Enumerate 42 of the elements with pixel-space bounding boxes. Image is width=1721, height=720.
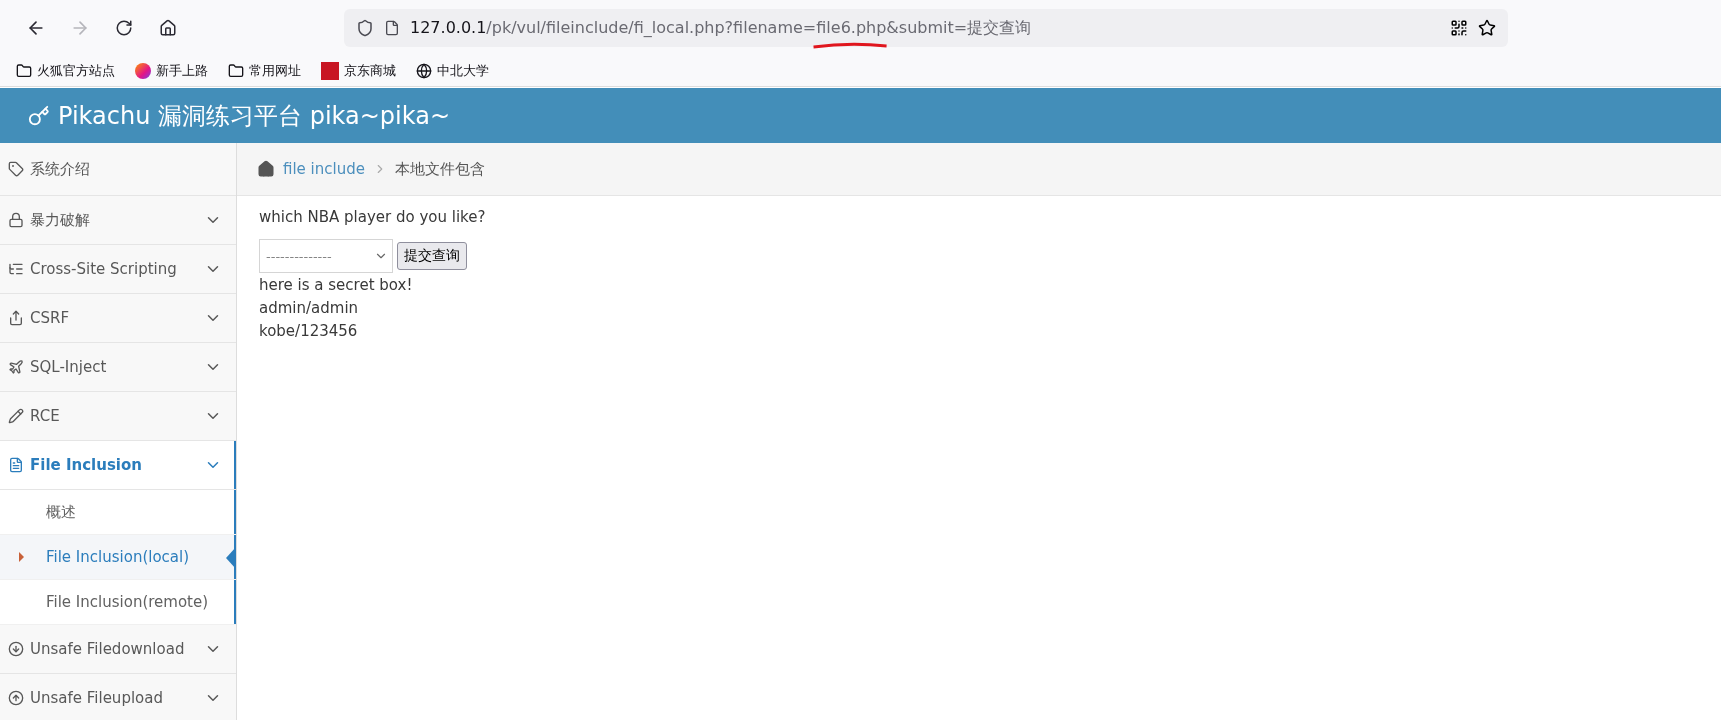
star-icon[interactable] (1478, 19, 1496, 37)
shield-icon (356, 19, 374, 37)
key-icon (28, 104, 50, 127)
home-icon (257, 160, 275, 178)
sidebar-item[interactable]: File Inclusion (0, 441, 236, 490)
active-pointer-icon (226, 547, 236, 569)
page-icon (384, 20, 400, 36)
folder-icon (16, 63, 32, 79)
reload-icon (115, 19, 133, 37)
submenu-item[interactable]: File Inclusion(local) (0, 535, 236, 580)
lock-icon (8, 212, 24, 228)
submit-button[interactable]: 提交查询 (397, 242, 467, 270)
site-title: Pikachu 漏洞练习平台 pika~pika~ (58, 100, 451, 132)
submenu-item[interactable]: 概述 (0, 490, 236, 535)
submenu-item[interactable]: File Inclusion(remote) (0, 580, 236, 625)
tag-icon (8, 161, 24, 177)
result-text: admin/admin (259, 298, 360, 319)
bookmark-link[interactable]: 火狐官方站点 (16, 62, 115, 80)
folder-icon (228, 63, 244, 79)
bookmark-link[interactable]: 新手上路 (135, 62, 208, 80)
question-text: which NBA player do you like? (259, 207, 487, 228)
plane-icon (8, 359, 24, 375)
caret-icon (19, 552, 24, 562)
player-select[interactable]: -------------- (259, 239, 393, 273)
firefox-icon (135, 63, 151, 79)
bookmark-link[interactable]: 京东商城 (321, 62, 396, 80)
bookmark-link[interactable]: 中北大学 (416, 62, 489, 80)
breadcrumb-current: 本地文件包含 (394, 159, 485, 179)
list-icon (8, 261, 24, 277)
file-icon (8, 457, 24, 473)
qr-code-icon[interactable] (1450, 19, 1468, 37)
upload-icon (8, 690, 24, 706)
bookmark-link[interactable]: 常用网址 (228, 62, 301, 80)
result-text: kobe/123456 (259, 321, 359, 342)
globe-icon (416, 63, 432, 79)
result-text: here is a secret box! (259, 275, 414, 296)
address-bar[interactable]: 127.0.0.1/pk/vul/fileinclude/fi_local.php?filename=file6.php&submit=提交查询 (344, 9, 1508, 47)
shop-logo-icon (321, 62, 339, 80)
pencil-icon (8, 408, 24, 424)
home-icon (159, 19, 177, 37)
download-icon (8, 641, 24, 657)
share-icon (8, 310, 24, 326)
